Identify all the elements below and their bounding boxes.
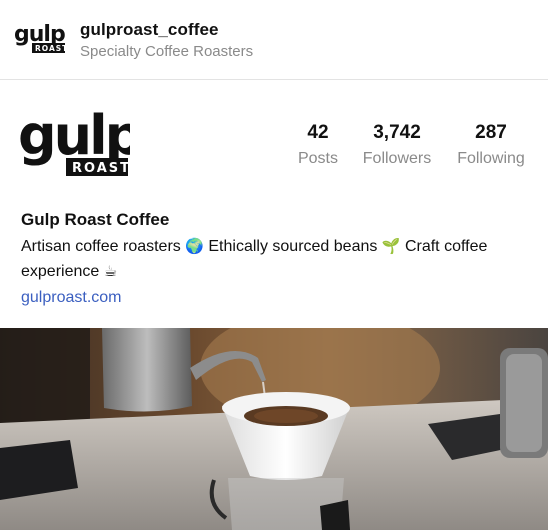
pour-over-coffee-photo-icon	[0, 328, 548, 530]
globe-emoji-icon: 🌍	[185, 237, 204, 255]
following-count: 287	[475, 122, 507, 143]
stat-posts[interactable]: 42 Posts	[292, 122, 344, 168]
stat-following[interactable]: 287 Following	[451, 122, 531, 168]
seedling-emoji-icon: 🌱	[381, 237, 401, 255]
header-text: gulproast_coffee Specialty Coffee Roaste…	[80, 20, 253, 60]
stat-followers[interactable]: 3,742 Followers	[356, 122, 438, 168]
profile-bio: Gulp Roast Coffee Artisan coffee roaster…	[21, 210, 531, 307]
followers-label: Followers	[362, 150, 432, 167]
header-subtitle: Specialty Coffee Roasters	[80, 43, 254, 60]
profile-header: gulp ROAST gulproast_coffee Specialty Co…	[0, 0, 548, 80]
header-username[interactable]: gulproast_coffee	[80, 20, 253, 40]
svg-text:ROAST: ROAST	[35, 44, 66, 53]
profile-section: gulp ROAST 42 Posts 3,742 Followers 287 …	[0, 80, 548, 328]
coffee-emoji-icon: ☕	[103, 262, 118, 280]
bio-part-2: Ethically sourced beans	[208, 238, 378, 255]
posts-count: 42	[307, 122, 329, 143]
gulp-roast-logo-icon: gulp ROAST	[14, 22, 67, 53]
post-photo[interactable]	[0, 328, 548, 530]
following-label: Following	[457, 150, 525, 167]
bio-text: Artisan coffee roasters 🌍 Ethically sour…	[21, 234, 531, 284]
bio-part-1: Artisan coffee roasters	[21, 238, 181, 255]
profile-stats: 42 Posts 3,742 Followers 287 Following	[0, 122, 548, 182]
followers-count: 3,742	[373, 122, 421, 143]
display-name: Gulp Roast Coffee	[21, 210, 170, 229]
header-avatar-logo[interactable]: gulp ROAST	[12, 19, 67, 63]
posts-label: Posts	[297, 150, 338, 167]
website-link[interactable]: gulproast.com	[21, 289, 531, 307]
